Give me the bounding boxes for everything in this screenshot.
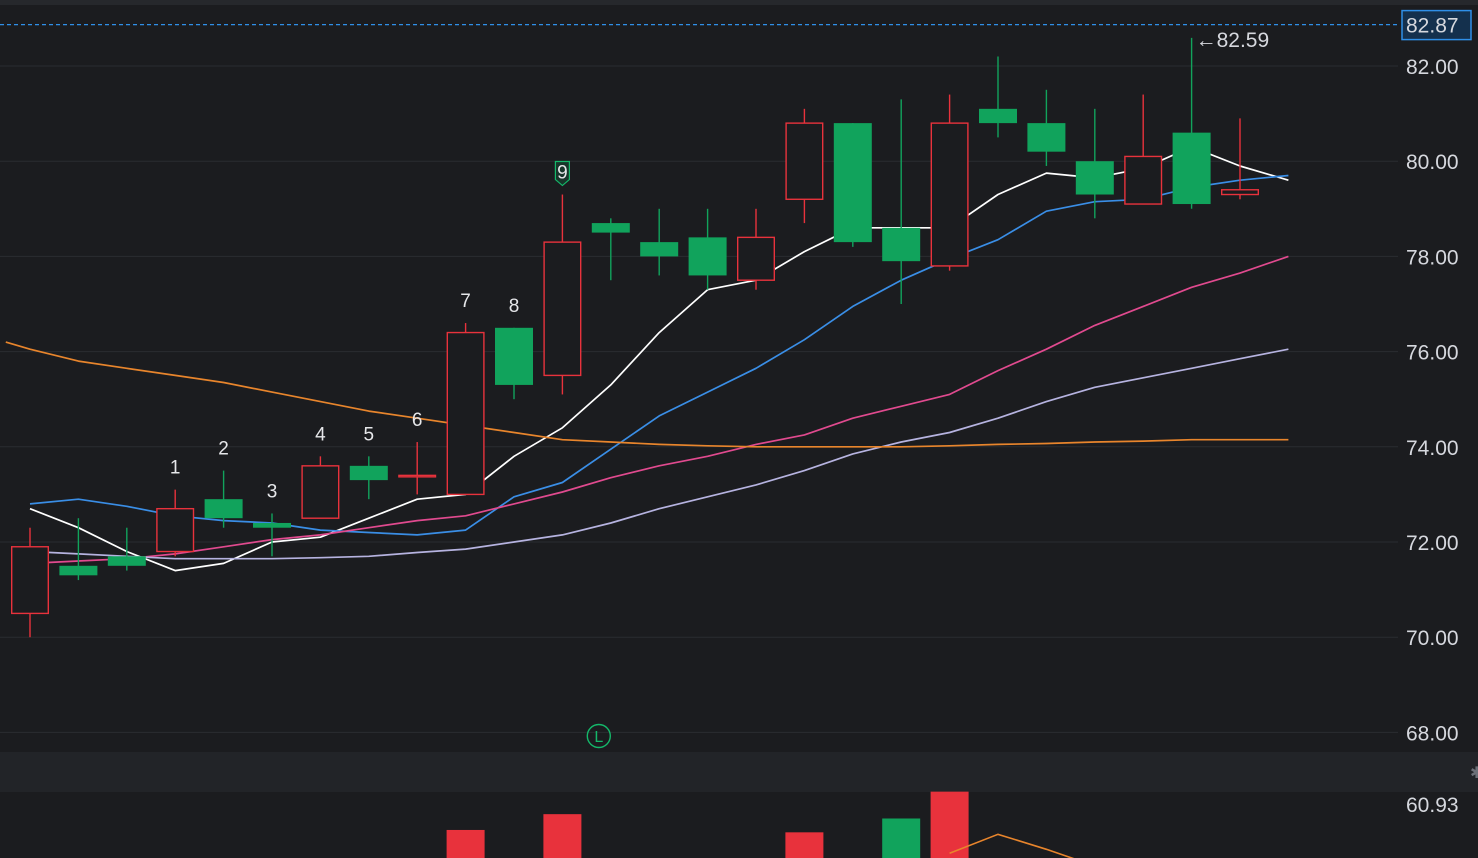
candle-body bbox=[1075, 161, 1114, 195]
sequence-label: 4 bbox=[315, 424, 326, 445]
candle-body bbox=[882, 227, 921, 262]
candle-body bbox=[688, 237, 727, 276]
candle-body bbox=[737, 236, 776, 281]
candle-body bbox=[253, 522, 291, 528]
candle-body bbox=[785, 122, 824, 200]
pane-separator[interactable] bbox=[0, 752, 1478, 792]
volume-bar bbox=[785, 832, 824, 858]
sequence-label: 2 bbox=[218, 439, 229, 460]
high-price-label: ←82.59 bbox=[1196, 29, 1270, 52]
volume-bar bbox=[882, 818, 921, 858]
chart-top-strip bbox=[0, 0, 1478, 5]
candle[interactable] bbox=[833, 123, 872, 247]
sequence-label: 6 bbox=[412, 410, 423, 431]
chart-background bbox=[0, 0, 1478, 858]
candle-body bbox=[107, 556, 146, 566]
candle-body bbox=[979, 108, 1017, 124]
candle-body bbox=[349, 465, 388, 481]
candle-body bbox=[930, 122, 969, 267]
candle-body bbox=[591, 223, 630, 233]
candle-body bbox=[446, 331, 485, 496]
volume-bar bbox=[543, 814, 582, 858]
price-tick-label: 68.00 bbox=[1406, 722, 1459, 745]
candle-body bbox=[156, 507, 195, 553]
candle-body bbox=[1220, 189, 1259, 196]
price-tick-label: 76.00 bbox=[1406, 342, 1459, 365]
price-tick-label: 78.00 bbox=[1406, 246, 1459, 269]
candle-body bbox=[1124, 155, 1163, 205]
candle-body bbox=[398, 474, 437, 478]
current-price-tag: 82.87 bbox=[1401, 9, 1472, 41]
candle-body bbox=[833, 123, 872, 243]
settings-icon[interactable]: ✱ bbox=[1470, 765, 1478, 782]
candle[interactable] bbox=[301, 456, 340, 519]
candle-body bbox=[1027, 123, 1066, 152]
price-tick-label: 80.00 bbox=[1406, 151, 1459, 174]
current-price-label: 82.87 bbox=[1406, 15, 1459, 38]
candlestick-chart[interactable]: 1 2 3 4 5 6 7 8 9 82.00 80.00 78.00 76.00 74.00 72.00… bbox=[0, 0, 1478, 858]
candle-body bbox=[301, 465, 340, 519]
sequence-label: 8 bbox=[509, 296, 520, 317]
sequence-label: 9 bbox=[557, 163, 568, 184]
candle-body bbox=[10, 546, 49, 615]
volume-axis-label: 60.93 bbox=[1406, 794, 1459, 817]
sequence-label: 1 bbox=[170, 458, 181, 479]
candle-body bbox=[640, 242, 679, 257]
candle-body bbox=[543, 241, 582, 377]
volume-bar bbox=[446, 829, 485, 858]
candle[interactable] bbox=[446, 323, 485, 496]
candle-body bbox=[59, 565, 98, 576]
price-tick-label: 72.00 bbox=[1406, 532, 1459, 555]
sequence-label: 3 bbox=[267, 481, 278, 502]
candle-body bbox=[204, 499, 243, 519]
l-marker-label: L bbox=[594, 729, 603, 746]
candle-body bbox=[495, 327, 533, 385]
sequence-label: 7 bbox=[460, 291, 471, 312]
candle-body bbox=[1172, 132, 1211, 205]
price-tick-label: 82.00 bbox=[1406, 56, 1459, 79]
price-tick-label: 70.00 bbox=[1406, 627, 1459, 650]
price-tick-label: 74.00 bbox=[1406, 437, 1459, 460]
sequence-label: 5 bbox=[364, 424, 375, 445]
